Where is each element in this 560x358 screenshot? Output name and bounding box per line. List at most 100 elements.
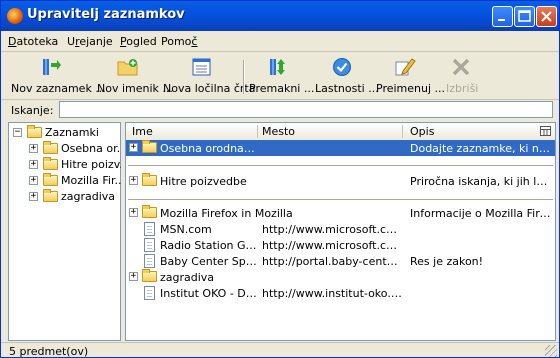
new-separator-label: Nova ločilna črta [163, 82, 256, 95]
folder-icon [43, 173, 58, 186]
list-row-bookmark[interactable]: Baby Center Spletni ... http://portal.ba… [126, 253, 555, 269]
maximize-icon [518, 10, 531, 22]
tree-node-label: Zaznamki [45, 126, 99, 139]
bookmark-icon [144, 254, 155, 268]
new-separator-button[interactable]: Nova ločilna črta [163, 54, 256, 97]
firefox-icon [7, 8, 23, 24]
status-bar: 5 predmet(ov) [1, 342, 559, 358]
bookmark-description: Informacije o Mozilla Firefox... [410, 207, 554, 220]
bookmark-description: Res je zakon! [410, 255, 484, 268]
expand-icon[interactable]: + [29, 144, 38, 153]
new-bookmark-label: Nov zaznamek ... [11, 82, 106, 95]
tree-node[interactable]: + zagradiva [9, 189, 119, 205]
list-row-bookmark[interactable]: Radio Station Guide http://www.microsoft… [126, 237, 555, 253]
bookmark-list[interactable]: Ime Mesto Opis + Osebna orodna vrstica D… [125, 122, 556, 341]
list-row-bookmark[interactable]: MSN.com http://www.microsoft.com/isa... [126, 221, 555, 237]
tree-node[interactable]: + Hitre poizv... [9, 157, 130, 173]
bookmark-icon [144, 222, 155, 236]
tree-node-label: Mozilla Fir... [61, 174, 125, 187]
menu-datoteka[interactable]: Datoteka [8, 35, 58, 48]
folder-icon [142, 205, 157, 218]
tree-node-label: zagradiva [61, 190, 116, 203]
bookmarks-manager-window: Upravitelj zaznamkov Datoteka Urejanje P… [0, 0, 560, 358]
collapse-icon[interactable]: − [13, 128, 22, 137]
expand-icon[interactable]: + [29, 192, 38, 201]
list-row-folder[interactable]: + Mozilla Firefox in Mozilla Informacije… [126, 205, 555, 221]
bookmark-name: zagradiva [160, 271, 215, 284]
title-bar[interactable]: Upravitelj zaznamkov [1, 1, 559, 31]
list-row-folder[interactable]: + zagradiva [126, 269, 555, 285]
bookmark-name: Hitre poizvedbe [160, 175, 247, 188]
menu-pogled[interactable]: Pogled [120, 35, 157, 48]
window-title: Upravitelj zaznamkov [27, 7, 185, 22]
close-button[interactable] [536, 6, 557, 27]
expand-icon[interactable]: + [129, 272, 138, 281]
bookmark-icon [144, 238, 155, 252]
column-divider[interactable] [257, 125, 258, 138]
resize-grip-icon[interactable] [545, 345, 557, 357]
delete-button[interactable]: Izbriši [444, 54, 478, 97]
folder-icon [142, 269, 157, 282]
bookmark-name: Mozilla Firefox in Mozilla [160, 207, 293, 220]
list-row-folder[interactable]: + Hitre poizvedbe Priročna iskanja, ki j… [126, 173, 555, 189]
properties-label: Lastnosti ... [315, 82, 379, 95]
tree-node[interactable]: + Osebna or... [9, 141, 127, 157]
folder-icon [43, 141, 58, 154]
bookmark-location: http://www.microsoft.com/isa... [262, 223, 402, 236]
folder-icon [142, 140, 157, 153]
list-separator[interactable] [128, 199, 553, 200]
folder-icon [43, 189, 58, 202]
list-row-bookmark[interactable]: Institut OKO - Domov http://www.institut… [126, 285, 555, 301]
column-divider[interactable] [402, 125, 403, 138]
column-header-name[interactable]: Ime [132, 125, 153, 138]
bookmark-description: Priročna iskanja, ki jih lahko i... [410, 175, 554, 188]
list-separator[interactable] [128, 165, 553, 166]
expand-icon[interactable]: + [129, 208, 138, 217]
new-bookmark-button[interactable]: Nov zaznamek ... [11, 54, 106, 97]
new-folder-icon [117, 59, 138, 76]
move-icon [270, 59, 285, 75]
maximize-button[interactable] [514, 6, 535, 27]
folder-icon [142, 173, 157, 186]
folder-tree[interactable]: − Zaznamki + Osebna or... + Hitre poizv.… [8, 122, 130, 341]
properties-button[interactable]: Lastnosti ... [315, 54, 379, 97]
move-button[interactable]: Premakni ... [249, 54, 314, 97]
menu-urejanje[interactable]: Urejanje [67, 35, 113, 48]
bookmark-name: MSN.com [160, 223, 212, 236]
search-input[interactable] [59, 101, 553, 118]
new-bookmark-icon [43, 59, 61, 75]
rename-label: Preimenuj ... [376, 82, 446, 95]
expand-icon[interactable]: + [29, 176, 38, 185]
status-text: 5 predmet(ov) [9, 345, 89, 358]
minimize-button[interactable] [492, 6, 513, 27]
tree-node[interactable]: + Mozilla Fir... [9, 173, 125, 189]
bookmark-icon [144, 286, 155, 300]
new-separator-icon [192, 58, 211, 76]
folder-icon [43, 157, 58, 170]
expand-icon[interactable]: + [129, 176, 138, 185]
menu-pomoc[interactable]: Pomoč [161, 35, 197, 48]
list-row-folder[interactable]: + Osebna orodna vrstica Dodajte zaznamke… [126, 140, 555, 156]
toolbar-separator [243, 60, 245, 94]
column-header-description[interactable]: Opis [410, 125, 434, 138]
rename-button[interactable]: Preimenuj ... [376, 54, 445, 97]
bookmark-name: Institut OKO - Domov [160, 287, 258, 300]
new-folder-label: Nov imenik ... [97, 82, 173, 95]
bookmark-name: Radio Station Guide [160, 239, 258, 252]
search-bar: Iskanje: [1, 100, 559, 120]
tree-node-root[interactable]: − Zaznamki [11, 125, 119, 141]
expand-icon[interactable]: + [29, 160, 38, 169]
tree-node-label: Hitre poizv... [61, 158, 130, 171]
bookmark-location: http://portal.baby-center.si/P... [262, 255, 402, 268]
properties-icon [333, 58, 351, 76]
column-picker-icon[interactable] [540, 126, 551, 136]
column-header-location[interactable]: Mesto [262, 125, 295, 138]
new-folder-button[interactable]: Nov imenik ... [97, 54, 173, 97]
bookmark-description: Dodajte zaznamke, ki naj se ... [410, 142, 554, 155]
bookmark-location: http://www.institut-oko.si/ [262, 287, 402, 300]
rename-icon [395, 58, 416, 76]
expand-icon[interactable]: + [129, 143, 138, 152]
move-label: Premakni ... [249, 82, 315, 95]
menu-bar: Datoteka Urejanje Pogled Pomoč [1, 31, 559, 52]
folder-icon [27, 125, 42, 138]
